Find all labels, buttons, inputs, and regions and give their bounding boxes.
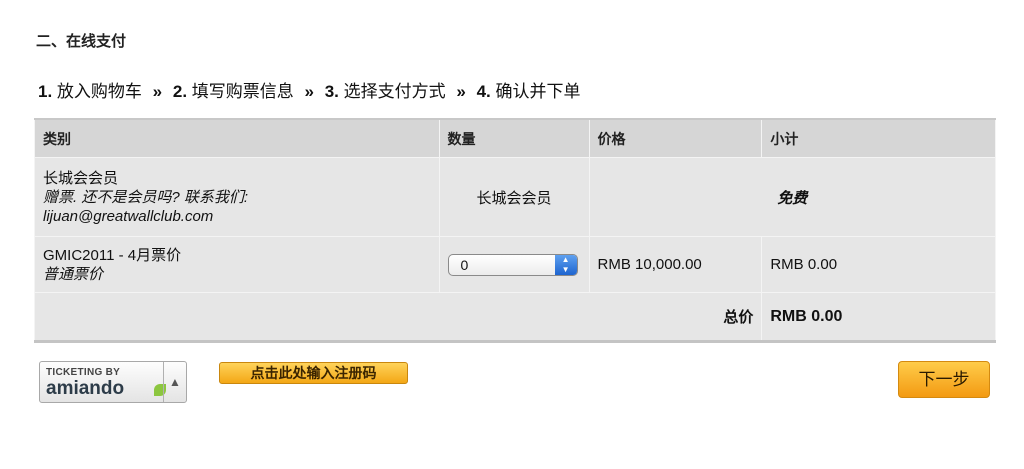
checkout-steps: 1. 放入购物车 » 2. 填写购票信息 » 3. 选择支付方式 » 4. 确认… [38,77,581,102]
total-value: RMB 0.00 [761,292,996,343]
category-cell: 长城会会员 赠票. 还不是会员吗? 联系我们: lijuan@greatwall… [34,157,440,237]
ticket-category-note: 普通票价 [43,265,104,283]
step-2-label: 填写购票信息 [191,82,294,101]
step-3-number: 3. [324,82,339,101]
step-2-number: 2. [172,82,188,101]
ticket-category-name: GMIC2011 - 4月票价 [43,246,182,264]
expand-arrow-icon[interactable]: ▲ [163,362,186,402]
table-row: GMIC2011 - 4月票价 普通票价 0 ▲ ▼ RMB 10,000.00 … [34,236,996,293]
step-separator: » [456,82,466,101]
step-separator: » [304,82,314,101]
step-4-number: 4. [476,82,491,101]
ticket-category-note: 赠票. 还不是会员吗? 联系我们: [43,188,249,206]
next-step-button[interactable]: 下一步 [898,361,990,398]
ticketing-by-label: TICKETING BY [46,367,121,378]
step-4-label: 确认并下单 [495,82,581,101]
quantity-selected-value: 0 [460,256,469,273]
header-category: 类别 [34,118,440,158]
enter-registration-code-button[interactable]: 点击此处输入注册码 [219,362,408,384]
quantity-select[interactable]: 0 ▲ ▼ [447,253,578,276]
step-separator: » [152,82,163,101]
ticket-category-name: 长城会会员 [43,169,119,187]
header-quantity: 数量 [438,118,590,158]
price-cell: RMB 10,000.00 [588,236,763,293]
table-row: 长城会会员 赠票. 还不是会员吗? 联系我们: lijuan@greatwall… [34,157,997,237]
category-cell: GMIC2011 - 4月票价 普通票价 [34,236,440,293]
table-header-row: 类别 数量 价格 小计 [34,118,996,158]
select-arrows-icon: ▲ ▼ [554,254,577,275]
header-subtotal: 小计 [761,118,996,158]
amiando-logo: amiando [46,378,125,399]
step-1-number: 1. [38,82,53,101]
quantity-cell: 长城会会员 [438,157,590,237]
free-price-cell: 免费 [588,157,997,237]
total-label: 总价 [33,292,763,343]
section-title: 二、在线支付 [36,33,127,50]
step-1-label: 放入购物车 [56,82,142,101]
header-price: 价格 [588,118,763,158]
quantity-cell: 0 ▲ ▼ [438,236,590,293]
ticketing-by-amiando-badge[interactable]: TICKETING BY amiando ▲ [39,361,187,403]
contact-email: lijuan@greatwallclub.com [43,207,214,225]
ticket-cart-table: 类别 数量 价格 小计 长城会会员 赠票. 还不是会员吗? 联系我们: liju… [33,118,997,343]
subtotal-cell: RMB 0.00 [761,236,996,293]
step-3-label: 选择支付方式 [343,82,446,101]
total-row: 总价 RMB 0.00 [33,292,996,343]
